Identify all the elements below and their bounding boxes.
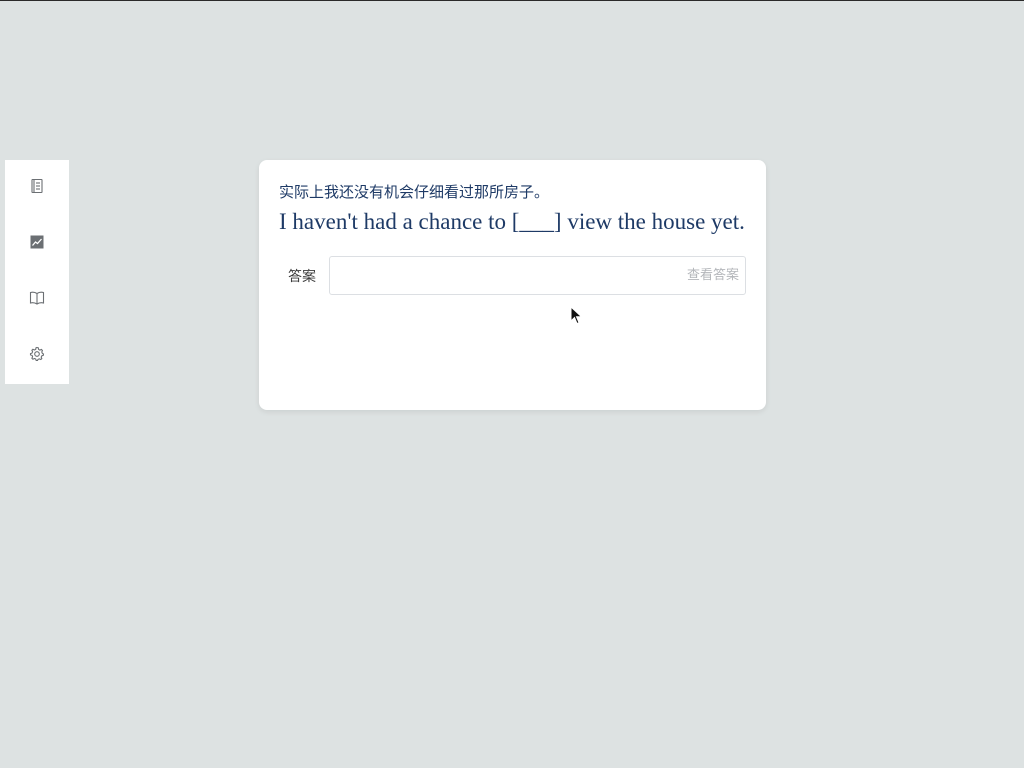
sidebar [5, 160, 69, 384]
book-icon [29, 290, 45, 310]
sidebar-item-stats[interactable] [5, 216, 69, 272]
sidebar-item-book[interactable] [5, 272, 69, 328]
chart-icon [29, 234, 45, 254]
answer-label: 答案 [288, 268, 316, 285]
answer-field: 查看答案 [329, 256, 746, 295]
sidebar-item-settings[interactable] [5, 328, 69, 384]
gear-icon [29, 346, 45, 366]
mouse-cursor-icon [570, 306, 583, 325]
chinese-sentence: 实际上我还没有机会仔细看过那所房子。 [279, 183, 550, 201]
notebook-icon [29, 178, 45, 198]
answer-row: 答案 查看答案 [279, 256, 746, 295]
exercise-card: 实际上我还没有机会仔细看过那所房子。 I haven't had a chanc… [259, 160, 766, 410]
english-sentence: I haven't had a chance to [___] view the… [279, 209, 745, 234]
answer-input[interactable] [330, 257, 745, 294]
sidebar-item-notebook[interactable] [5, 160, 69, 216]
show-answer-button[interactable]: 查看答案 [687, 257, 739, 294]
